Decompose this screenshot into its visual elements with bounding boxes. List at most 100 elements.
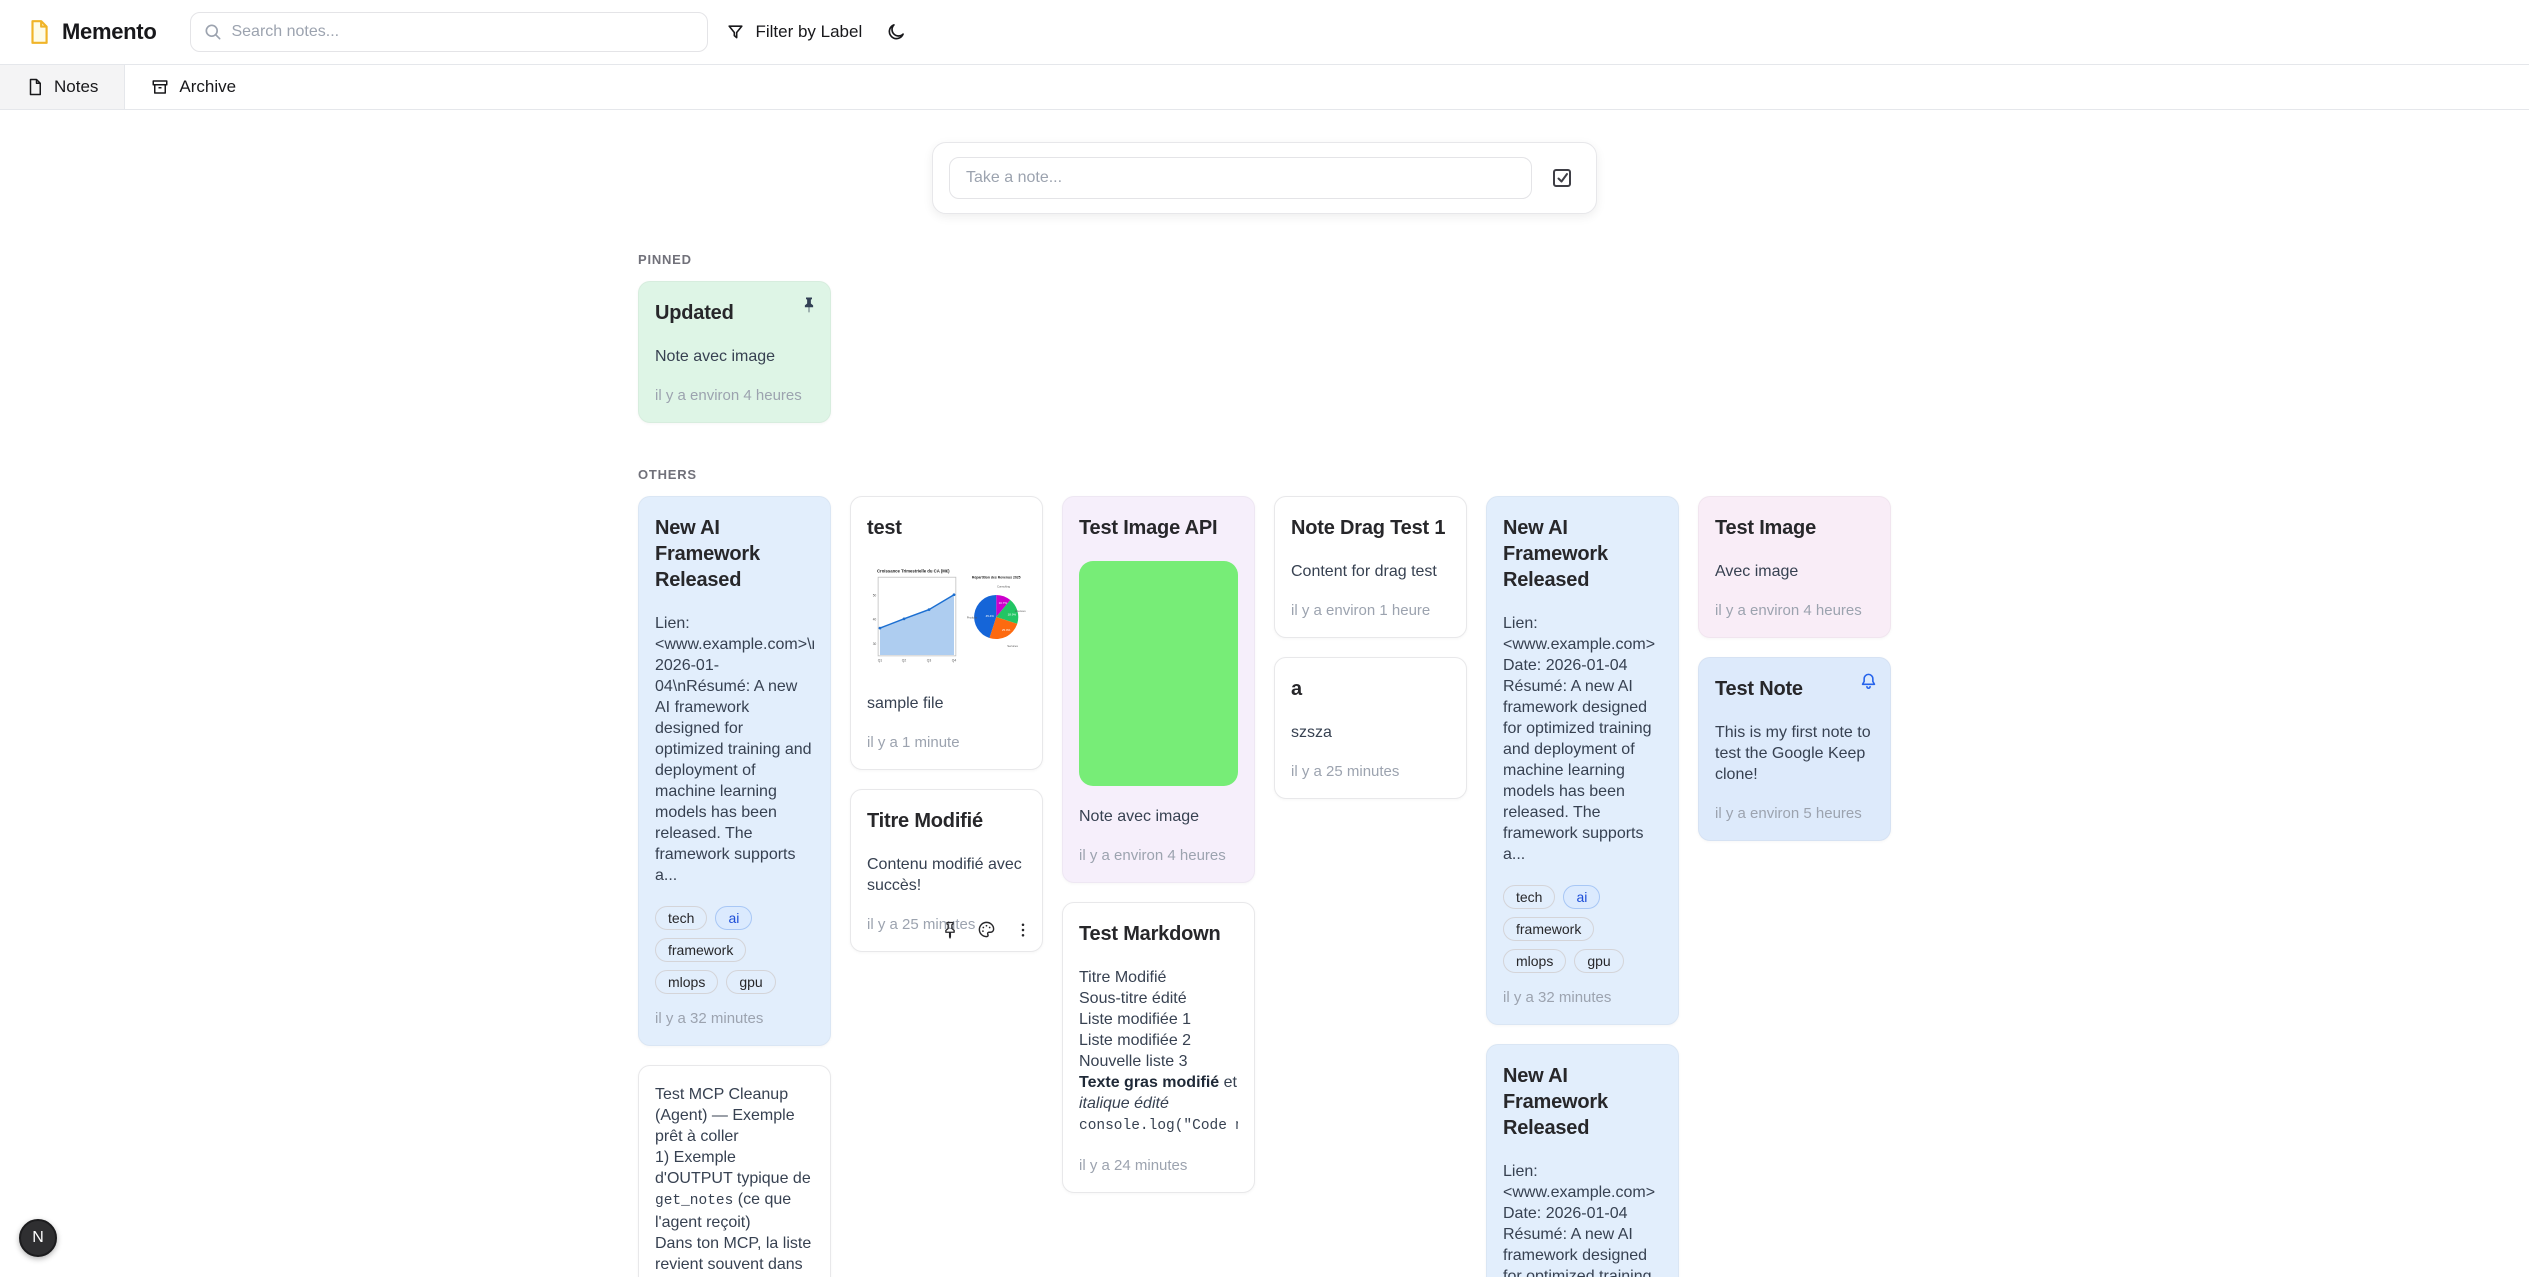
- label-chip[interactable]: gpu: [1574, 949, 1623, 973]
- note-title: New AI Framework Released: [1503, 1063, 1615, 1141]
- note-title: Test Note: [1715, 676, 1874, 702]
- note-card-test-markdown[interactable]: Test Markdown Titre ModifiéSous-titre éd…: [1062, 902, 1255, 1193]
- reminder-bell-icon[interactable]: [1859, 672, 1878, 696]
- note-timestamp: il y a 25 minutes: [1291, 763, 1450, 780]
- note-labels: techai framework mlops gpu: [1503, 885, 1662, 973]
- note-title: a: [1291, 676, 1450, 702]
- note-title: Test Image API: [1079, 515, 1238, 541]
- green-image-attachment[interactable]: [1079, 561, 1238, 786]
- svg-text:Q1: Q1: [878, 658, 883, 662]
- others-grid: New AI Framework Released Lien: <www.exa…: [638, 496, 1891, 1277]
- pinned-grid: Updated Note avec image il y a environ 4…: [638, 281, 1891, 423]
- tab-bar: Notes Archive: [0, 64, 2529, 110]
- note-body: sample file: [867, 693, 1026, 714]
- take-note-input[interactable]: [949, 157, 1532, 199]
- note-image-attachments[interactable]: Croissance Trimestrielle du CA (M€) Q1 Q…: [867, 561, 1026, 673]
- note-card-test-image[interactable]: Test Image Avec image il y a environ 4 h…: [1698, 496, 1891, 638]
- note-card-new-ai-framework-2[interactable]: New AI Framework Released Lien: <www.exa…: [1486, 496, 1679, 1025]
- note-body: This is my first note to test the Google…: [1715, 722, 1874, 785]
- label-chip[interactable]: tech: [1503, 885, 1555, 909]
- note-card-new-ai-framework-3[interactable]: New AI Framework Released Lien: <www.exa…: [1486, 1044, 1679, 1277]
- note-title: Updated: [655, 300, 814, 326]
- svg-text:Produits: Produits: [966, 616, 977, 620]
- svg-text:Services: Services: [1007, 644, 1018, 648]
- note-composer: [932, 142, 1597, 214]
- note-card-updated[interactable]: Updated Note avec image il y a environ 4…: [638, 281, 831, 423]
- note-card-test-image-api[interactable]: Test Image API Note avec image il y a en…: [1062, 496, 1255, 883]
- note-body: Test MCP Cleanup (Agent) — Exemple prêt …: [655, 1084, 814, 1277]
- note-title: test: [867, 515, 1026, 541]
- label-chip[interactable]: mlops: [1503, 949, 1566, 973]
- note-card-a[interactable]: a szsza il y a 25 minutes: [1274, 657, 1467, 799]
- note-body: Titre ModifiéSous-titre éditéListe modif…: [1079, 967, 1238, 1137]
- dev-overlay-button[interactable]: N: [19, 1219, 57, 1257]
- others-section-label: OTHERS: [638, 467, 1891, 482]
- moon-icon: [886, 22, 906, 42]
- label-chip[interactable]: ai: [1563, 885, 1600, 909]
- search-box: [190, 12, 708, 52]
- tab-notes[interactable]: Notes: [0, 65, 125, 109]
- dots-vertical-icon: [1014, 921, 1032, 939]
- svg-text:50: 50: [873, 594, 877, 598]
- svg-text:25.0%: 25.0%: [1001, 628, 1010, 632]
- grid-column-2: test Croissance Trimestrielle du CA (M€)…: [850, 496, 1043, 952]
- label-chip[interactable]: tech: [655, 906, 707, 930]
- app-title: Memento: [62, 19, 156, 45]
- pie-chart-thumbnail: Répartition des Revenus 2025 Consulting …: [966, 561, 1026, 673]
- grid-column-4: Note Drag Test 1 Content for drag test i…: [1274, 496, 1467, 799]
- note-card-test[interactable]: test Croissance Trimestrielle du CA (M€)…: [850, 496, 1043, 770]
- pin-outline-icon: [941, 921, 959, 939]
- app-logo: Memento: [26, 19, 156, 45]
- filter-funnel-icon: [726, 23, 745, 42]
- pin-note-button[interactable]: [939, 919, 961, 941]
- svg-text:Croissance Trimestrielle du CA: Croissance Trimestrielle du CA (M€): [877, 569, 950, 574]
- note-body: Lien: <www.example.com>\nDate: 2026-01-0…: [655, 613, 814, 886]
- note-title: New AI Framework Released: [655, 515, 767, 593]
- note-timestamp: il y a 32 minutes: [1503, 989, 1662, 1006]
- note-card-note-drag-test-1[interactable]: Note Drag Test 1 Content for drag test i…: [1274, 496, 1467, 638]
- svg-text:40: 40: [873, 618, 877, 622]
- label-chip[interactable]: framework: [1503, 917, 1594, 941]
- notes-board: PINNED Updated Note avec image il y a en…: [638, 252, 1891, 1277]
- note-body: Note avec image: [1079, 806, 1238, 827]
- note-card-titre-modifie[interactable]: Titre Modifié Contenu modifié avec succè…: [850, 789, 1043, 952]
- label-chip[interactable]: ai: [715, 906, 752, 930]
- note-hover-actions: [939, 918, 1034, 941]
- label-chip[interactable]: gpu: [726, 970, 775, 994]
- filter-by-label-button[interactable]: Filter by Label: [726, 22, 862, 42]
- app-header: Memento Filter by Label: [0, 0, 2529, 64]
- new-checklist-button[interactable]: [1544, 160, 1580, 196]
- note-title: Titre Modifié: [867, 808, 1026, 834]
- note-more-menu-button[interactable]: [1012, 919, 1034, 941]
- note-body: Lien: <www.example.com> Date: 2026-01-04…: [1503, 1161, 1662, 1277]
- tab-archive-label: Archive: [179, 77, 236, 97]
- svg-text:45.4%: 45.4%: [985, 614, 994, 618]
- note-title: New AI Framework Released: [1503, 515, 1615, 593]
- filter-by-label-text: Filter by Label: [755, 22, 862, 42]
- note-doc-icon: [26, 78, 44, 96]
- note-title: Note Drag Test 1: [1291, 515, 1450, 541]
- note-color-button[interactable]: [975, 918, 998, 941]
- label-chip[interactable]: mlops: [655, 970, 718, 994]
- search-icon: [203, 22, 223, 42]
- svg-text:Q2: Q2: [902, 658, 907, 662]
- tab-archive[interactable]: Archive: [125, 65, 262, 109]
- note-card-test-note[interactable]: Test Note This is my first note to test …: [1698, 657, 1891, 841]
- note-timestamp: il y a environ 4 heures: [1715, 602, 1874, 619]
- note-card-new-ai-framework-1[interactable]: New AI Framework Released Lien: <www.exa…: [638, 496, 831, 1046]
- pin-filled-icon[interactable]: [800, 296, 818, 319]
- search-input[interactable]: [190, 12, 708, 52]
- tab-notes-label: Notes: [54, 77, 98, 97]
- note-timestamp: il y a 32 minutes: [655, 1010, 814, 1027]
- pinned-section-label: PINNED: [638, 252, 1891, 267]
- check-square-icon: [1550, 166, 1574, 190]
- note-card-test-mcp-cleanup[interactable]: Test MCP Cleanup (Agent) — Exemple prêt …: [638, 1065, 831, 1277]
- theme-toggle-button[interactable]: [880, 16, 912, 48]
- note-title: Test Markdown: [1079, 921, 1238, 947]
- note-body: Note avec image: [655, 346, 814, 367]
- grid-column-3: Test Image API Note avec image il y a en…: [1062, 496, 1255, 1193]
- svg-text:Q3: Q3: [927, 658, 932, 662]
- label-chip[interactable]: framework: [655, 938, 746, 962]
- svg-text:30: 30: [873, 642, 877, 646]
- note-timestamp: il y a environ 4 heures: [655, 387, 814, 404]
